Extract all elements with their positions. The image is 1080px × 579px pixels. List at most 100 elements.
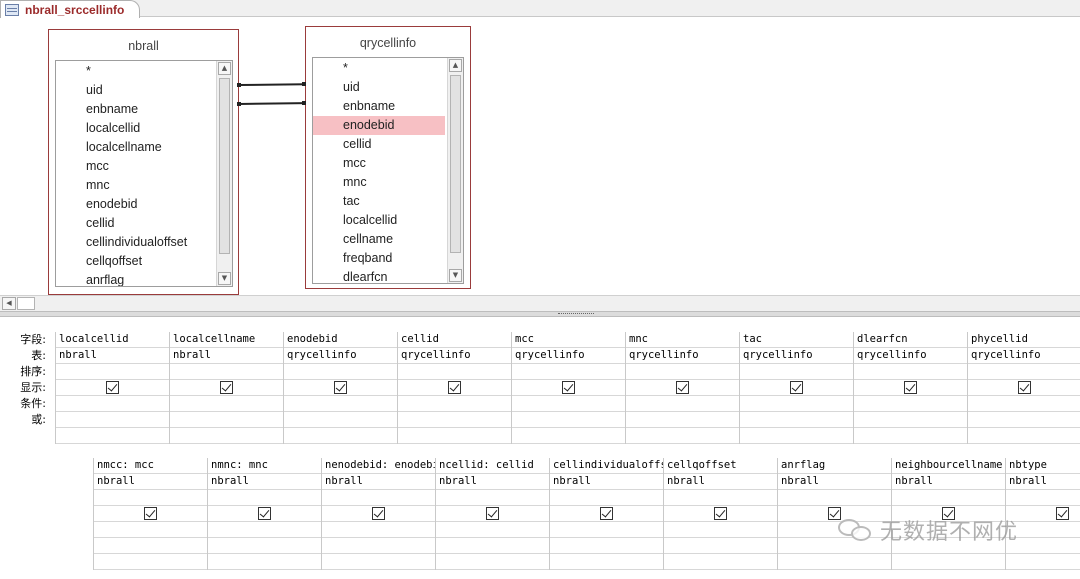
show-checkbox[interactable]: [258, 507, 271, 520]
sort-cell[interactable]: [56, 364, 169, 380]
or-cell[interactable]: [512, 412, 625, 428]
or-cell[interactable]: [550, 538, 663, 554]
criteria-cell[interactable]: [550, 522, 663, 538]
sort-cell[interactable]: [892, 490, 1005, 506]
show-cell[interactable]: [284, 380, 397, 396]
sort-cell[interactable]: [398, 364, 511, 380]
show-cell[interactable]: [664, 506, 777, 522]
or-cell[interactable]: [512, 428, 625, 444]
grid-column[interactable]: cellqoffset nbrall: [663, 458, 777, 570]
field-cell[interactable]: anrflag: [778, 458, 891, 474]
table-cell[interactable]: nbrall: [170, 348, 283, 364]
or-cell[interactable]: [740, 412, 853, 428]
table-cell[interactable]: nbrall: [436, 474, 549, 490]
field-item[interactable]: cellname: [313, 230, 445, 249]
or-cell[interactable]: [550, 554, 663, 570]
grid-column[interactable]: dlearfcn qrycellinfo: [853, 332, 967, 444]
scroll-left-icon[interactable]: ◀: [2, 297, 16, 310]
or-cell[interactable]: [56, 412, 169, 428]
field-item[interactable]: mcc: [313, 154, 445, 173]
grid-column[interactable]: localcellid nbrall: [55, 332, 169, 444]
vertical-scrollbar[interactable]: ▲ ▼: [447, 58, 463, 283]
pane-splitter[interactable]: [0, 311, 1080, 317]
criteria-cell[interactable]: [322, 522, 435, 538]
sort-cell[interactable]: [968, 364, 1080, 380]
sort-cell[interactable]: [208, 490, 321, 506]
table-nbrall[interactable]: nbrall * uid enbname localcellid localcellna…: [48, 29, 239, 295]
or-cell[interactable]: [664, 538, 777, 554]
show-cell[interactable]: [208, 506, 321, 522]
sort-cell[interactable]: [550, 490, 663, 506]
or-cell[interactable]: [436, 538, 549, 554]
table-cell[interactable]: nbrall: [56, 348, 169, 364]
table-cell[interactable]: nbrall: [550, 474, 663, 490]
table-cell[interactable]: nbrall: [322, 474, 435, 490]
or-cell[interactable]: [208, 538, 321, 554]
show-checkbox[interactable]: [714, 507, 727, 520]
sort-cell[interactable]: [322, 490, 435, 506]
or-cell[interactable]: [1006, 554, 1080, 570]
show-checkbox[interactable]: [334, 381, 347, 394]
or-cell[interactable]: [854, 428, 967, 444]
criteria-cell[interactable]: [436, 522, 549, 538]
or-cell[interactable]: [322, 554, 435, 570]
table-qrycellinfo[interactable]: qrycellinfo * uid enbname enodebid cellid mcc…: [305, 26, 471, 289]
or-cell[interactable]: [208, 554, 321, 570]
grid-column[interactable]: nmnc: mnc nbrall: [207, 458, 321, 570]
grid-column[interactable]: cellid qrycellinfo: [397, 332, 511, 444]
sort-cell[interactable]: [740, 364, 853, 380]
show-checkbox[interactable]: [1056, 507, 1069, 520]
show-checkbox[interactable]: [676, 381, 689, 394]
field-cell[interactable]: tac: [740, 332, 853, 348]
grid-column[interactable]: mcc qrycellinfo: [511, 332, 625, 444]
field-item[interactable]: mnc: [56, 176, 216, 195]
or-cell[interactable]: [170, 428, 283, 444]
show-cell[interactable]: [436, 506, 549, 522]
vertical-scrollbar[interactable]: ▲ ▼: [216, 61, 232, 286]
show-checkbox[interactable]: [562, 381, 575, 394]
field-list[interactable]: * uid enbname localcellid localcellname mcc mn…: [55, 60, 233, 287]
join-line[interactable]: [238, 83, 306, 86]
grid-column[interactable]: localcellname nbrall: [169, 332, 283, 444]
field-cell[interactable]: phycellid: [968, 332, 1080, 348]
or-cell[interactable]: [968, 428, 1080, 444]
or-cell[interactable]: [170, 412, 283, 428]
or-cell[interactable]: [892, 554, 1005, 570]
show-checkbox[interactable]: [372, 507, 385, 520]
scroll-down-icon[interactable]: ▼: [449, 269, 462, 282]
field-cell[interactable]: cellqoffset: [664, 458, 777, 474]
field-cell[interactable]: nbtype: [1006, 458, 1080, 474]
field-list[interactable]: * uid enbname enodebid cellid mcc mnc tac localc…: [312, 57, 464, 284]
field-item[interactable]: enbname: [56, 100, 216, 119]
field-cell[interactable]: nenodebid: enodebid: [322, 458, 435, 474]
grid-column[interactable]: phycellid qrycellinfo: [967, 332, 1080, 444]
field-cell[interactable]: neighbourcellname: [892, 458, 1005, 474]
scroll-up-icon[interactable]: ▲: [218, 62, 231, 75]
field-cell[interactable]: nmnc: mnc: [208, 458, 321, 474]
field-item[interactable]: mnc: [313, 173, 445, 192]
criteria-cell[interactable]: [284, 396, 397, 412]
field-cell[interactable]: dlearfcn: [854, 332, 967, 348]
sort-cell[interactable]: [94, 490, 207, 506]
horizontal-scrollbar[interactable]: ◀: [0, 295, 1080, 311]
scroll-thumb[interactable]: [219, 78, 230, 254]
grid-column[interactable]: enodebid qrycellinfo: [283, 332, 397, 444]
field-item[interactable]: cellindividualoffset: [56, 233, 216, 252]
sort-cell[interactable]: [1006, 490, 1080, 506]
table-cell[interactable]: qrycellinfo: [512, 348, 625, 364]
criteria-cell[interactable]: [664, 522, 777, 538]
field-cell[interactable]: mcc: [512, 332, 625, 348]
show-checkbox[interactable]: [790, 381, 803, 394]
sort-cell[interactable]: [436, 490, 549, 506]
field-cell[interactable]: localcellname: [170, 332, 283, 348]
table-cell[interactable]: qrycellinfo: [968, 348, 1080, 364]
criteria-cell[interactable]: [626, 396, 739, 412]
field-item[interactable]: *: [56, 62, 216, 81]
criteria-cell[interactable]: [512, 396, 625, 412]
criteria-cell[interactable]: [208, 522, 321, 538]
field-item[interactable]: uid: [313, 78, 445, 97]
or-cell[interactable]: [94, 554, 207, 570]
field-item[interactable]: enbname: [313, 97, 445, 116]
table-cell[interactable]: nbrall: [664, 474, 777, 490]
field-item[interactable]: localcellid: [313, 211, 445, 230]
